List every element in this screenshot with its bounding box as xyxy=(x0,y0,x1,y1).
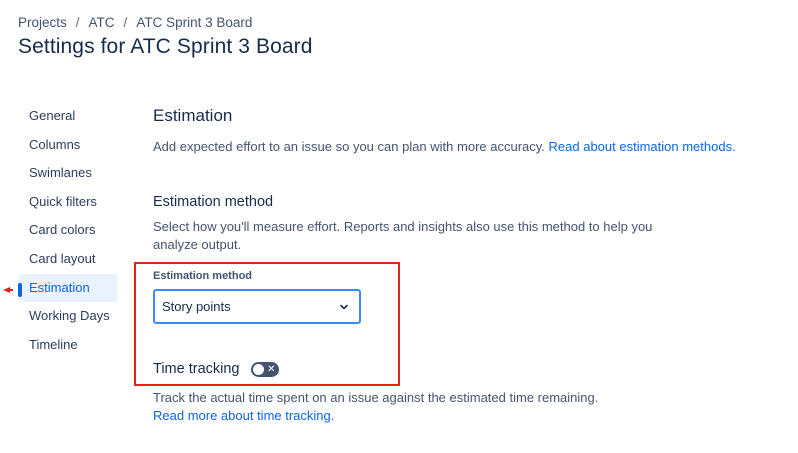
section-title: Estimation xyxy=(153,106,233,125)
time-tracking-label: Time tracking xyxy=(153,361,240,377)
sidebar-item-timeline[interactable]: Timeline xyxy=(18,331,117,360)
chevron-down-icon xyxy=(340,304,348,309)
sidebar-item-columns[interactable]: Columns xyxy=(18,131,117,160)
estimation-method-select[interactable]: Story points xyxy=(153,289,361,324)
selection-marker xyxy=(3,283,23,297)
sidebar-item-swimlanes[interactable]: Swimlanes xyxy=(18,159,117,188)
settings-page: Projects / ATC / ATC Sprint 3 Board Sett… xyxy=(0,0,798,453)
estimation-methods-link[interactable]: Read about estimation methods. xyxy=(549,139,736,154)
toggle-knob xyxy=(253,363,265,375)
sidebar-item-general[interactable]: General xyxy=(18,102,117,131)
sidebar-item-card-layout[interactable]: Card layout xyxy=(18,245,117,274)
sidebar-item-card-colors[interactable]: Card colors xyxy=(18,216,117,245)
sidebar-item-working-days[interactable]: Working Days xyxy=(18,302,117,331)
time-tracking-link[interactable]: Read more about time tracking. xyxy=(153,408,334,423)
estimation-method-value: Story points xyxy=(162,299,231,314)
breadcrumb-separator: / xyxy=(75,15,80,30)
time-tracking-desc-text: Track the actual time spent on an issue … xyxy=(153,390,599,405)
estimation-intro-text: Add expected effort to an issue so you c… xyxy=(153,139,545,154)
time-tracking-row: Time tracking ✕ xyxy=(153,361,280,377)
estimation-method-heading: Estimation method xyxy=(153,194,274,210)
sidebar-item-estimation[interactable]: Estimation xyxy=(18,273,117,303)
time-tracking-toggle[interactable]: ✕ xyxy=(251,361,280,377)
estimation-method-field-label: Estimation method xyxy=(153,270,253,282)
estimation-method-description: Select how you'll measure effort. Report… xyxy=(153,219,653,252)
time-tracking-description: Track the actual time spent on an issue … xyxy=(153,389,713,425)
breadcrumb-board[interactable]: ATC Sprint 3 Board xyxy=(136,15,252,30)
active-indicator-bar xyxy=(18,283,22,297)
settings-sidebar: General Columns Swimlanes Quick filters … xyxy=(18,102,117,359)
breadcrumb: Projects / ATC / ATC Sprint 3 Board xyxy=(18,15,252,30)
sidebar-item-quick-filters[interactable]: Quick filters xyxy=(18,188,117,217)
breadcrumb-atc[interactable]: ATC xyxy=(89,15,115,30)
page-title: Settings for ATC Sprint 3 Board xyxy=(18,35,313,58)
red-arrow-tail xyxy=(8,289,13,291)
breadcrumb-separator: / xyxy=(123,15,128,30)
estimation-intro: Add expected effort to an issue so you c… xyxy=(153,139,736,154)
breadcrumb-projects[interactable]: Projects xyxy=(18,15,67,30)
toggle-off-icon: ✕ xyxy=(267,363,276,375)
